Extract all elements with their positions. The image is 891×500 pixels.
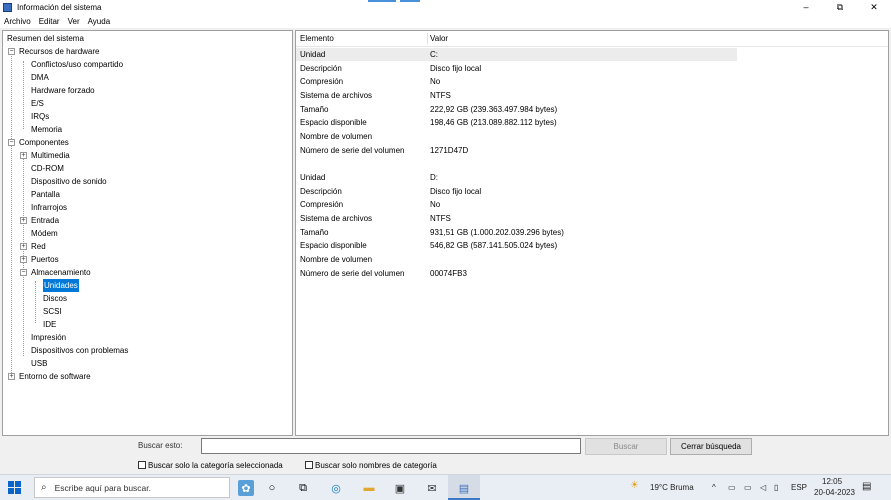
- expand-icon[interactable]: +: [20, 256, 27, 263]
- table-row[interactable]: Unidad C:: [296, 48, 737, 61]
- mail-icon[interactable]: ✉: [424, 480, 440, 496]
- chevron-up-icon[interactable]: ^: [712, 483, 716, 492]
- notifications-icon[interactable]: ▤: [862, 481, 871, 492]
- category-tree[interactable]: Resumen del sistema − Recursos de hardwa…: [2, 30, 293, 436]
- table-row[interactable]: Nombre de volumen: [296, 130, 888, 143]
- table-row[interactable]: Espacio disponible 546,82 GB (587.141.505…: [296, 239, 888, 252]
- search-input[interactable]: [201, 438, 581, 454]
- column-valor[interactable]: Valor: [430, 34, 448, 43]
- column-elemento[interactable]: Elemento: [300, 34, 334, 43]
- cortana-icon[interactable]: ○: [264, 480, 280, 496]
- tree-line: [23, 152, 24, 356]
- taskbar-search-placeholder: Escribe aquí para buscar.: [54, 482, 151, 493]
- selected-category-checkbox[interactable]: Buscar solo la categoría seleccionada: [138, 460, 283, 470]
- network-icon[interactable]: ▭: [728, 483, 736, 492]
- table-row[interactable]: Compresión No: [296, 198, 888, 211]
- table-row[interactable]: Compresión No: [296, 75, 888, 88]
- system-info-taskbar-icon[interactable]: ▤: [456, 480, 472, 496]
- windows-start-icon[interactable]: [8, 481, 21, 494]
- task-view-icon[interactable]: ⧉: [295, 480, 311, 496]
- language-indicator[interactable]: ESP: [791, 483, 807, 492]
- taskbar-search-box[interactable]: ⌕ Escribe aquí para buscar.: [34, 477, 230, 498]
- tree-line: [11, 49, 12, 379]
- expand-icon[interactable]: +: [20, 152, 27, 159]
- table-row[interactable]: Tamaño 931,51 GB (1.000.202.039.296 bytes…: [296, 226, 888, 239]
- search-icon: ⌕: [41, 482, 47, 493]
- table-row[interactable]: Número de serie del volumen 00074FB3: [296, 267, 888, 280]
- maximize-button[interactable]: ⧉: [823, 0, 857, 14]
- title-bar: Información del sistema – ⧉ ✕: [0, 0, 891, 14]
- file-explorer-icon[interactable]: ▬: [361, 480, 377, 496]
- tree-line: [23, 61, 24, 129]
- close-search-button[interactable]: Cerrar búsqueda: [670, 438, 752, 455]
- window-title: Información del sistema: [17, 2, 102, 12]
- checkbox-label: Buscar solo la categoría seleccionada: [148, 460, 283, 470]
- title-accent: [400, 0, 420, 2]
- volume-icon[interactable]: ◁: [760, 483, 766, 492]
- menu-ayuda[interactable]: Ayuda: [84, 17, 115, 26]
- minimize-button[interactable]: –: [789, 0, 823, 14]
- table-row[interactable]: Espacio disponible 198,46 GB (213.089.882…: [296, 116, 888, 129]
- search-label: Buscar esto:: [138, 441, 183, 450]
- store-icon[interactable]: ▣: [392, 480, 408, 496]
- table-row[interactable]: Descripción Disco fijo local: [296, 62, 888, 75]
- weather-text[interactable]: 19°C Bruma: [650, 483, 694, 492]
- table-row[interactable]: Número de serie del volumen 1271D47D: [296, 144, 888, 157]
- close-button[interactable]: ✕: [857, 0, 891, 14]
- checkbox-label: Buscar solo nombres de categoría: [315, 460, 437, 470]
- battery-icon[interactable]: ▯: [774, 483, 778, 492]
- clock-time[interactable]: 12:05: [822, 477, 842, 486]
- widget-icon[interactable]: ✿: [238, 480, 254, 496]
- expand-icon[interactable]: +: [8, 373, 15, 380]
- menu-archivo[interactable]: Archivo: [0, 17, 35, 26]
- table-row[interactable]: Sistema de archivos NTFS: [296, 212, 888, 225]
- expand-icon[interactable]: +: [20, 243, 27, 250]
- grid-header: Elemento Valor: [296, 31, 888, 47]
- collapse-icon[interactable]: −: [20, 269, 27, 276]
- details-grid[interactable]: Elemento Valor Unidad C: Descripción Disco…: [295, 30, 889, 436]
- search-button[interactable]: Buscar: [585, 438, 667, 455]
- category-names-checkbox[interactable]: Buscar solo nombres de categoría: [305, 460, 437, 470]
- checkbox-box[interactable]: [138, 461, 146, 469]
- system-info-app-icon: [3, 2, 12, 12]
- collapse-icon[interactable]: −: [8, 139, 15, 146]
- clock-date[interactable]: 20-04-2023: [814, 488, 855, 497]
- edge-icon[interactable]: ◎: [328, 480, 344, 496]
- collapse-icon[interactable]: −: [8, 48, 15, 55]
- menu-editar[interactable]: Editar: [35, 17, 64, 26]
- table-row[interactable]: Descripción Disco fijo local: [296, 185, 888, 198]
- tree-line: [35, 281, 36, 323]
- menu-ver[interactable]: Ver: [64, 17, 84, 26]
- table-row[interactable]: Sistema de archivos NTFS: [296, 89, 888, 102]
- table-row[interactable]: Tamaño 222,92 GB (239.363.497.984 bytes): [296, 103, 888, 116]
- display-icon[interactable]: ▭: [744, 483, 752, 492]
- table-row[interactable]: Nombre de volumen: [296, 253, 888, 266]
- table-row[interactable]: Unidad D:: [296, 171, 888, 184]
- title-accent: [368, 0, 396, 2]
- weather-icon[interactable]: ☀: [630, 480, 639, 491]
- expand-icon[interactable]: +: [20, 217, 27, 224]
- checkbox-box[interactable]: [305, 461, 313, 469]
- taskbar: ⌕ Escribe aquí para buscar. ✿ ○ ⧉ ◎ ▬ ▣ …: [0, 474, 891, 500]
- menu-bar: Archivo Editar Ver Ayuda: [0, 14, 891, 28]
- column-separator[interactable]: [427, 33, 428, 44]
